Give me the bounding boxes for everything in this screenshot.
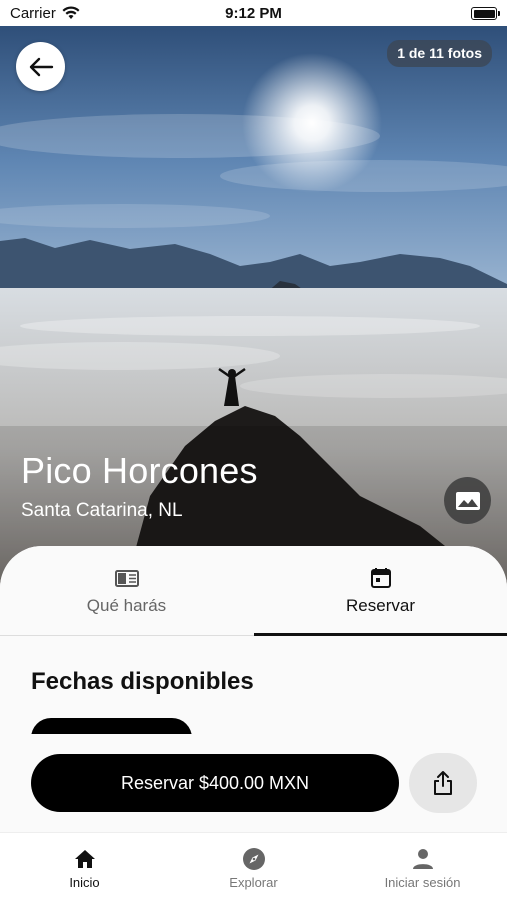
nav-label: Inicio <box>69 875 100 890</box>
action-bar: Reservar $400.00 MXN <box>0 734 507 832</box>
compass-icon <box>242 848 265 870</box>
nav-explorar[interactable]: Explorar <box>169 833 338 900</box>
share-button[interactable] <box>409 753 477 813</box>
status-bar: Carrier 9:12 PM <box>0 0 507 26</box>
nav-inicio[interactable]: Inicio <box>0 833 169 900</box>
image-icon <box>455 491 480 510</box>
tab-reservar[interactable]: Reservar <box>254 546 507 636</box>
tab-label: Reservar <box>346 596 415 615</box>
tab-bar: Qué harás Reservar <box>0 546 507 636</box>
section-title: Fechas disponibles <box>31 668 254 695</box>
reserve-button[interactable]: Reservar $400.00 MXN <box>31 754 399 812</box>
hero-photo[interactable]: 1 de 11 fotos Pico Horcones Santa Catari… <box>0 26 507 606</box>
nav-iniciar-sesion[interactable]: Iniciar sesión <box>338 833 507 900</box>
person-icon <box>412 849 433 869</box>
active-tab-indicator <box>254 633 507 636</box>
nav-label: Iniciar sesión <box>384 875 461 890</box>
place-location: Santa Catarina, NL <box>21 500 183 521</box>
book-icon <box>114 570 139 587</box>
back-button[interactable] <box>16 42 65 91</box>
clock: 9:12 PM <box>225 5 282 22</box>
battery-icon <box>471 7 500 20</box>
tab-label: Qué harás <box>86 596 167 615</box>
nav-label: Explorar <box>229 875 278 890</box>
home-icon <box>74 850 95 868</box>
place-title: Pico Horcones <box>21 450 258 491</box>
calendar-icon <box>370 568 391 588</box>
share-icon <box>434 771 452 795</box>
photo-counter-badge: 1 de 11 fotos <box>387 40 492 67</box>
bottom-navigation: Inicio Explorar Iniciar sesión <box>0 832 507 900</box>
tab-que-haras[interactable]: Qué harás <box>0 546 253 636</box>
arrow-left-icon <box>29 57 53 76</box>
gallery-button[interactable] <box>444 477 491 524</box>
